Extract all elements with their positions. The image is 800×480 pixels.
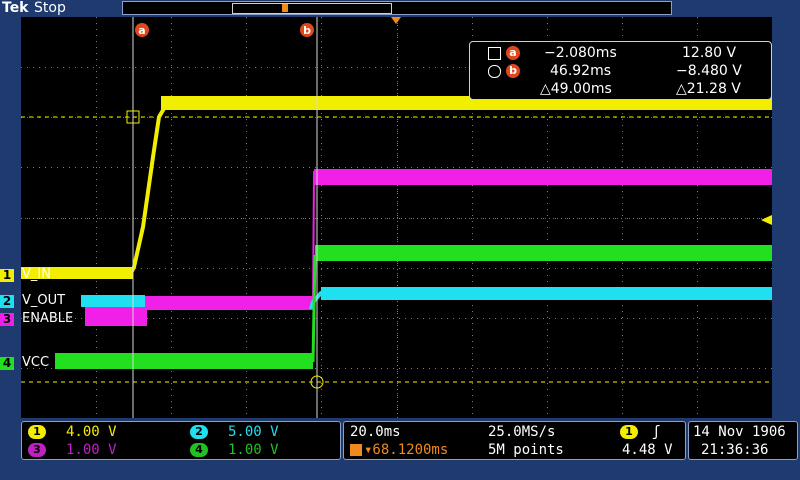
bottom-status-bar: 1 4.00 V 2 5.00 V 3 1.00 V 4 1.00 V 20.0… [0, 418, 800, 480]
time: 21:36:36 [701, 442, 769, 458]
date-time-panel: 14 Nov 1906 21:36:36 [688, 421, 798, 460]
cursor-readout-panel: a −2.080ms 12.80 V b 46.92ms −8.480 V △4… [469, 41, 772, 100]
ch2-scale-badge: 2 [190, 425, 208, 439]
cursor-a-badge[interactable]: a [135, 23, 149, 37]
ch4-scale: 1.00 V [228, 442, 279, 458]
ch3-scale-badge: 3 [28, 443, 46, 457]
ch1-scale-badge: 1 [28, 425, 46, 439]
ch3-scale: 1.00 V [66, 442, 117, 458]
trigger-position: ▾68.1200ms [364, 442, 449, 458]
vertical-scale-panel[interactable]: 1 4.00 V 2 5.00 V 3 1.00 V 4 1.00 V [21, 421, 341, 460]
trigger-slope-icon: ʃ [652, 424, 661, 440]
trigger-source-badge: 1 [620, 425, 638, 439]
ch3-high [314, 169, 772, 185]
ch4-edge [311, 254, 317, 363]
delta-time: △49.00ms [540, 81, 612, 97]
sample-rate: 25.0MS/s [488, 424, 556, 440]
delta-value: △21.28 V [676, 81, 741, 97]
record-view-window[interactable] [232, 3, 392, 14]
cursor-b-time: 46.92ms [550, 63, 612, 79]
trigger-time-marker [391, 17, 401, 24]
cursor-b-letter: b [303, 24, 311, 37]
cursor-b-value: −8.480 V [676, 63, 742, 79]
ch2-low [81, 295, 145, 307]
waveform-traces [21, 96, 772, 369]
date: 14 Nov 1906 [693, 424, 786, 440]
cursor-a-letter: a [138, 24, 145, 37]
ch4-indicator[interactable]: 4 [0, 357, 14, 370]
cursor-a-icon: a [506, 46, 520, 60]
record-length: 5M points [488, 442, 564, 458]
horizontal-trigger-panel[interactable]: 20.0ms 25.0MS/s ▾68.1200ms 5M points 1 ʃ… [343, 421, 686, 460]
ch1-label: V_IN [22, 267, 51, 282]
ch2-high [321, 287, 772, 300]
acquisition-status: Stop [34, 0, 66, 16]
cursor-a-time: −2.080ms [544, 45, 617, 61]
cursor-a-value: 12.80 V [682, 45, 737, 61]
ch3-indicator[interactable]: 3 [0, 313, 14, 326]
ch3-mid [145, 296, 313, 310]
cursor-a-square-icon [488, 47, 501, 60]
trigger-level-marker [761, 215, 772, 225]
cursor-b-badge[interactable]: b [300, 23, 314, 37]
ch2-label: V_OUT [22, 293, 66, 308]
ch4-scale-badge: 4 [190, 443, 208, 457]
ch1-indicator[interactable]: 1 [0, 269, 14, 282]
trigger-level: 4.48 V [622, 442, 673, 458]
ch2-indicator[interactable]: 2 [0, 295, 14, 308]
trigger-position-icon [350, 444, 362, 456]
ch4-label: VCC [22, 355, 50, 370]
ch1-scale: 4.00 V [66, 424, 117, 440]
cursor-b-icon: b [506, 64, 520, 78]
ch3-label: ENABLE [22, 311, 74, 326]
brand-logo: Tek [2, 0, 29, 16]
time-per-div: 20.0ms [350, 424, 401, 440]
top-status-bar: Tek Stop [0, 0, 800, 17]
ch4-high [315, 245, 772, 261]
cursor-b-circle-icon [488, 65, 501, 78]
record-view-bar[interactable] [122, 1, 672, 15]
ch2-scale: 5.00 V [228, 424, 279, 440]
ch4-low [55, 353, 313, 369]
trigger-position-marker [282, 4, 288, 12]
